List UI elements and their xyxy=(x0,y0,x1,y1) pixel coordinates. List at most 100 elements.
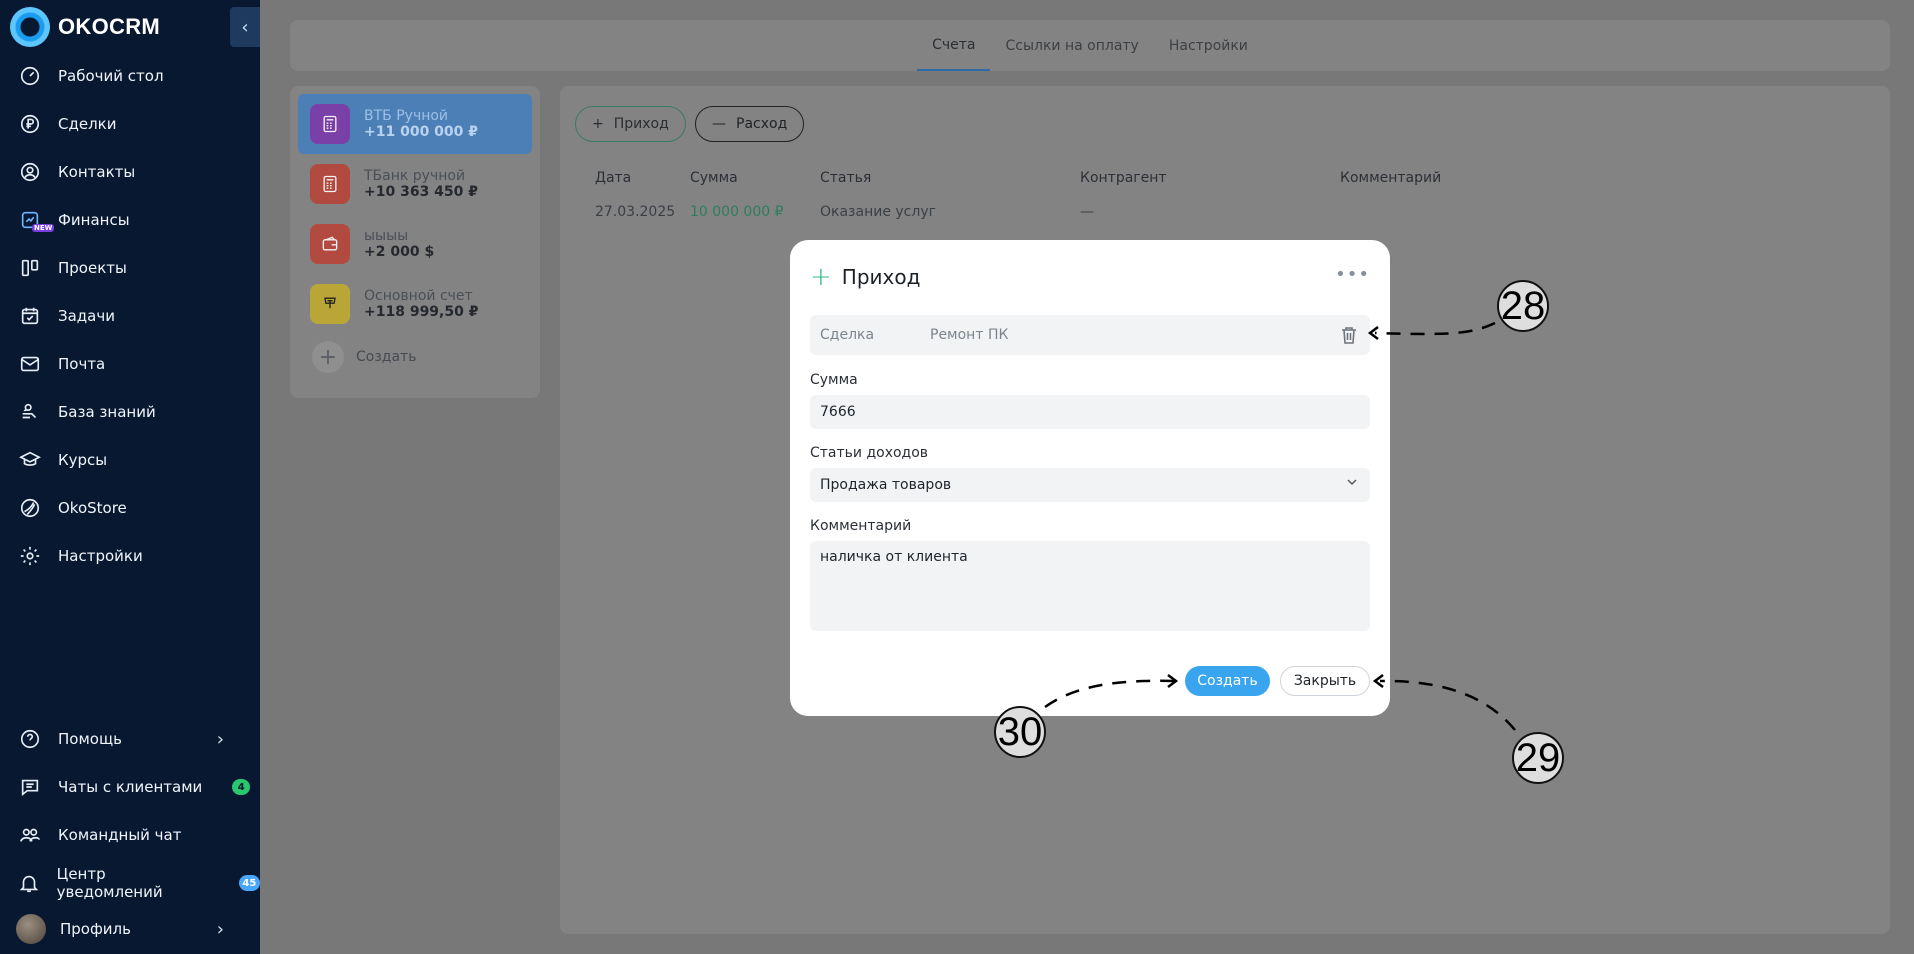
calculator-icon xyxy=(310,104,350,144)
plus-icon: + xyxy=(810,262,832,292)
tbank-logo-icon xyxy=(310,284,350,324)
sum-input[interactable]: 7666 xyxy=(810,395,1370,429)
chevron-down-icon xyxy=(1347,479,1357,485)
sidebar-item-profile[interactable]: Профиль › xyxy=(16,914,244,944)
tab-settings[interactable]: Настройки xyxy=(1154,20,1263,71)
accounts-panel: ВТБ Ручной +11 000 000 ₽ ТБанк ручной +10 … xyxy=(290,86,540,398)
account-name: Основной счет xyxy=(364,288,473,304)
sidebar-item-finance[interactable]: NEW Финансы xyxy=(16,206,130,234)
annotation-badge: 30 xyxy=(994,706,1046,758)
deal-value: Ремонт ПК xyxy=(930,327,1009,343)
sidebar-item-dashboard[interactable]: Рабочий стол xyxy=(16,62,164,90)
notification-count-badge: 45 xyxy=(238,875,260,891)
create-account-button[interactable]: + Создать xyxy=(298,334,532,380)
dashboard-icon xyxy=(16,62,44,90)
column-header-sum[interactable]: Сумма xyxy=(690,170,738,186)
account-sum: +10 363 450 ₽ xyxy=(364,184,479,200)
sidebar-item-label: Помощь xyxy=(58,730,122,748)
account-name: ТБанк ручной xyxy=(364,168,466,184)
sidebar-item-projects[interactable]: Проекты xyxy=(16,254,127,282)
sidebar-item-label: Рабочий стол xyxy=(58,67,164,85)
chat-count-badge: 4 xyxy=(232,779,251,795)
column-header-date[interactable]: Дата xyxy=(595,170,631,186)
calendar-check-icon xyxy=(16,302,44,330)
category-value: Продажа товаров xyxy=(820,477,952,493)
create-account-label: Создать xyxy=(356,349,417,365)
column-header-counterparty[interactable]: Контрагент xyxy=(1080,170,1167,186)
plus-icon: + xyxy=(592,116,604,132)
expense-button[interactable]: — Расход xyxy=(695,106,805,142)
sidebar-item-label: Почта xyxy=(58,355,106,373)
sidebar-item-label: Сделки xyxy=(58,115,117,133)
sidebar-item-tasks[interactable]: Задачи xyxy=(16,302,115,330)
account-item[interactable]: Основной счет +118 999,50 ₽ xyxy=(298,274,532,334)
column-header-comment[interactable]: Комментарий xyxy=(1340,170,1441,186)
cell-article: Оказание услуг xyxy=(820,204,936,220)
account-sum: +118 999,50 ₽ xyxy=(364,304,479,320)
comment-textarea[interactable]: наличка от клиента xyxy=(810,541,1370,631)
sidebar-item-knowledge[interactable]: База знаний xyxy=(16,398,156,426)
cell-sum: 10 000 000 ₽ xyxy=(690,204,784,220)
logo[interactable]: OKOCRM xyxy=(10,7,161,47)
income-button[interactable]: + Приход xyxy=(575,106,686,142)
income-label: Приход xyxy=(613,116,669,132)
projects-icon xyxy=(16,254,44,282)
wallet-icon xyxy=(310,224,350,264)
chevron-left-icon: ‹ xyxy=(241,16,249,38)
trash-icon[interactable] xyxy=(1340,325,1358,345)
create-button[interactable]: Создать xyxy=(1185,666,1270,696)
tab-payment-links[interactable]: Ссылки на оплату xyxy=(990,20,1153,71)
deal-label: Сделка xyxy=(820,327,875,343)
help-icon xyxy=(16,725,44,753)
sidebar-item-label: Центр уведомлений xyxy=(56,865,163,901)
category-select[interactable]: Продажа товаров xyxy=(810,468,1370,502)
sidebar-item-deals[interactable]: Сделки xyxy=(16,110,116,138)
sidebar-item-okostore[interactable]: OkoStore xyxy=(16,494,127,522)
chevron-right-icon: › xyxy=(216,728,224,750)
account-name: ВТБ Ручной xyxy=(364,108,449,124)
sidebar-item-team-chat[interactable]: Командный чат xyxy=(16,821,181,849)
close-button[interactable]: Закрыть xyxy=(1280,666,1370,696)
more-options-icon[interactable]: ••• xyxy=(1335,264,1370,285)
sidebar-item-label: Задачи xyxy=(58,307,115,325)
account-name: ыыыы xyxy=(364,228,409,244)
tab-bar: Счета Ссылки на оплату Настройки xyxy=(290,20,1890,71)
sidebar-item-mail[interactable]: Почта xyxy=(16,350,105,378)
mail-icon xyxy=(16,350,44,378)
sidebar-item-notifications[interactable]: Центр уведомлений 45 xyxy=(16,865,260,901)
minus-icon: — xyxy=(712,116,726,132)
account-sum: +2 000 $ xyxy=(364,244,435,260)
sidebar-item-label: Настройки xyxy=(58,547,143,565)
account-item[interactable]: ВТБ Ручной +11 000 000 ₽ xyxy=(298,94,532,154)
account-item[interactable]: ТБанк ручной +10 363 450 ₽ xyxy=(298,154,532,214)
sidebar-item-contacts[interactable]: Контакты xyxy=(16,158,135,186)
sidebar-item-client-chats[interactable]: Чаты с клиентами 4 xyxy=(16,773,251,801)
cell-date: 27.03.2025 xyxy=(595,204,676,220)
sidebar-item-courses[interactable]: Курсы xyxy=(16,446,107,474)
comment-label: Комментарий xyxy=(810,518,912,534)
sidebar-item-label: База знаний xyxy=(58,403,156,421)
annotation-badge: 28 xyxy=(1497,280,1549,332)
calculator-icon xyxy=(310,164,350,204)
account-sum: +11 000 000 ₽ xyxy=(364,124,479,140)
sidebar-item-label: Проекты xyxy=(58,259,127,277)
annotation-badge: 29 xyxy=(1512,732,1564,784)
sidebar-item-help[interactable]: Помощь › xyxy=(16,725,244,753)
account-item[interactable]: ыыыы +2 000 $ xyxy=(298,214,532,274)
tab-accounts[interactable]: Счета xyxy=(917,20,991,71)
expense-label: Расход xyxy=(736,116,788,132)
sidebar-item-label: Чаты с клиентами xyxy=(58,778,203,796)
sidebar-item-label: OkoStore xyxy=(58,499,127,517)
sidebar-item-settings[interactable]: Настройки xyxy=(16,542,143,570)
logo-text: OKOCRM xyxy=(58,14,161,39)
avatar xyxy=(16,914,46,944)
modal-title-text: Приход xyxy=(841,265,921,289)
deal-field[interactable]: Сделка Ремонт ПК xyxy=(810,315,1370,355)
sidebar: OKOCRM ‹ Рабочий стол Сделки Контакты NE… xyxy=(0,0,260,954)
knowledge-icon xyxy=(16,398,44,426)
column-header-article[interactable]: Статья xyxy=(820,170,871,186)
bell-icon xyxy=(16,869,43,897)
collapse-sidebar-button[interactable]: ‹ xyxy=(230,7,260,47)
sidebar-item-label: Контакты xyxy=(58,163,136,181)
modal-title: + Приход xyxy=(810,264,920,290)
